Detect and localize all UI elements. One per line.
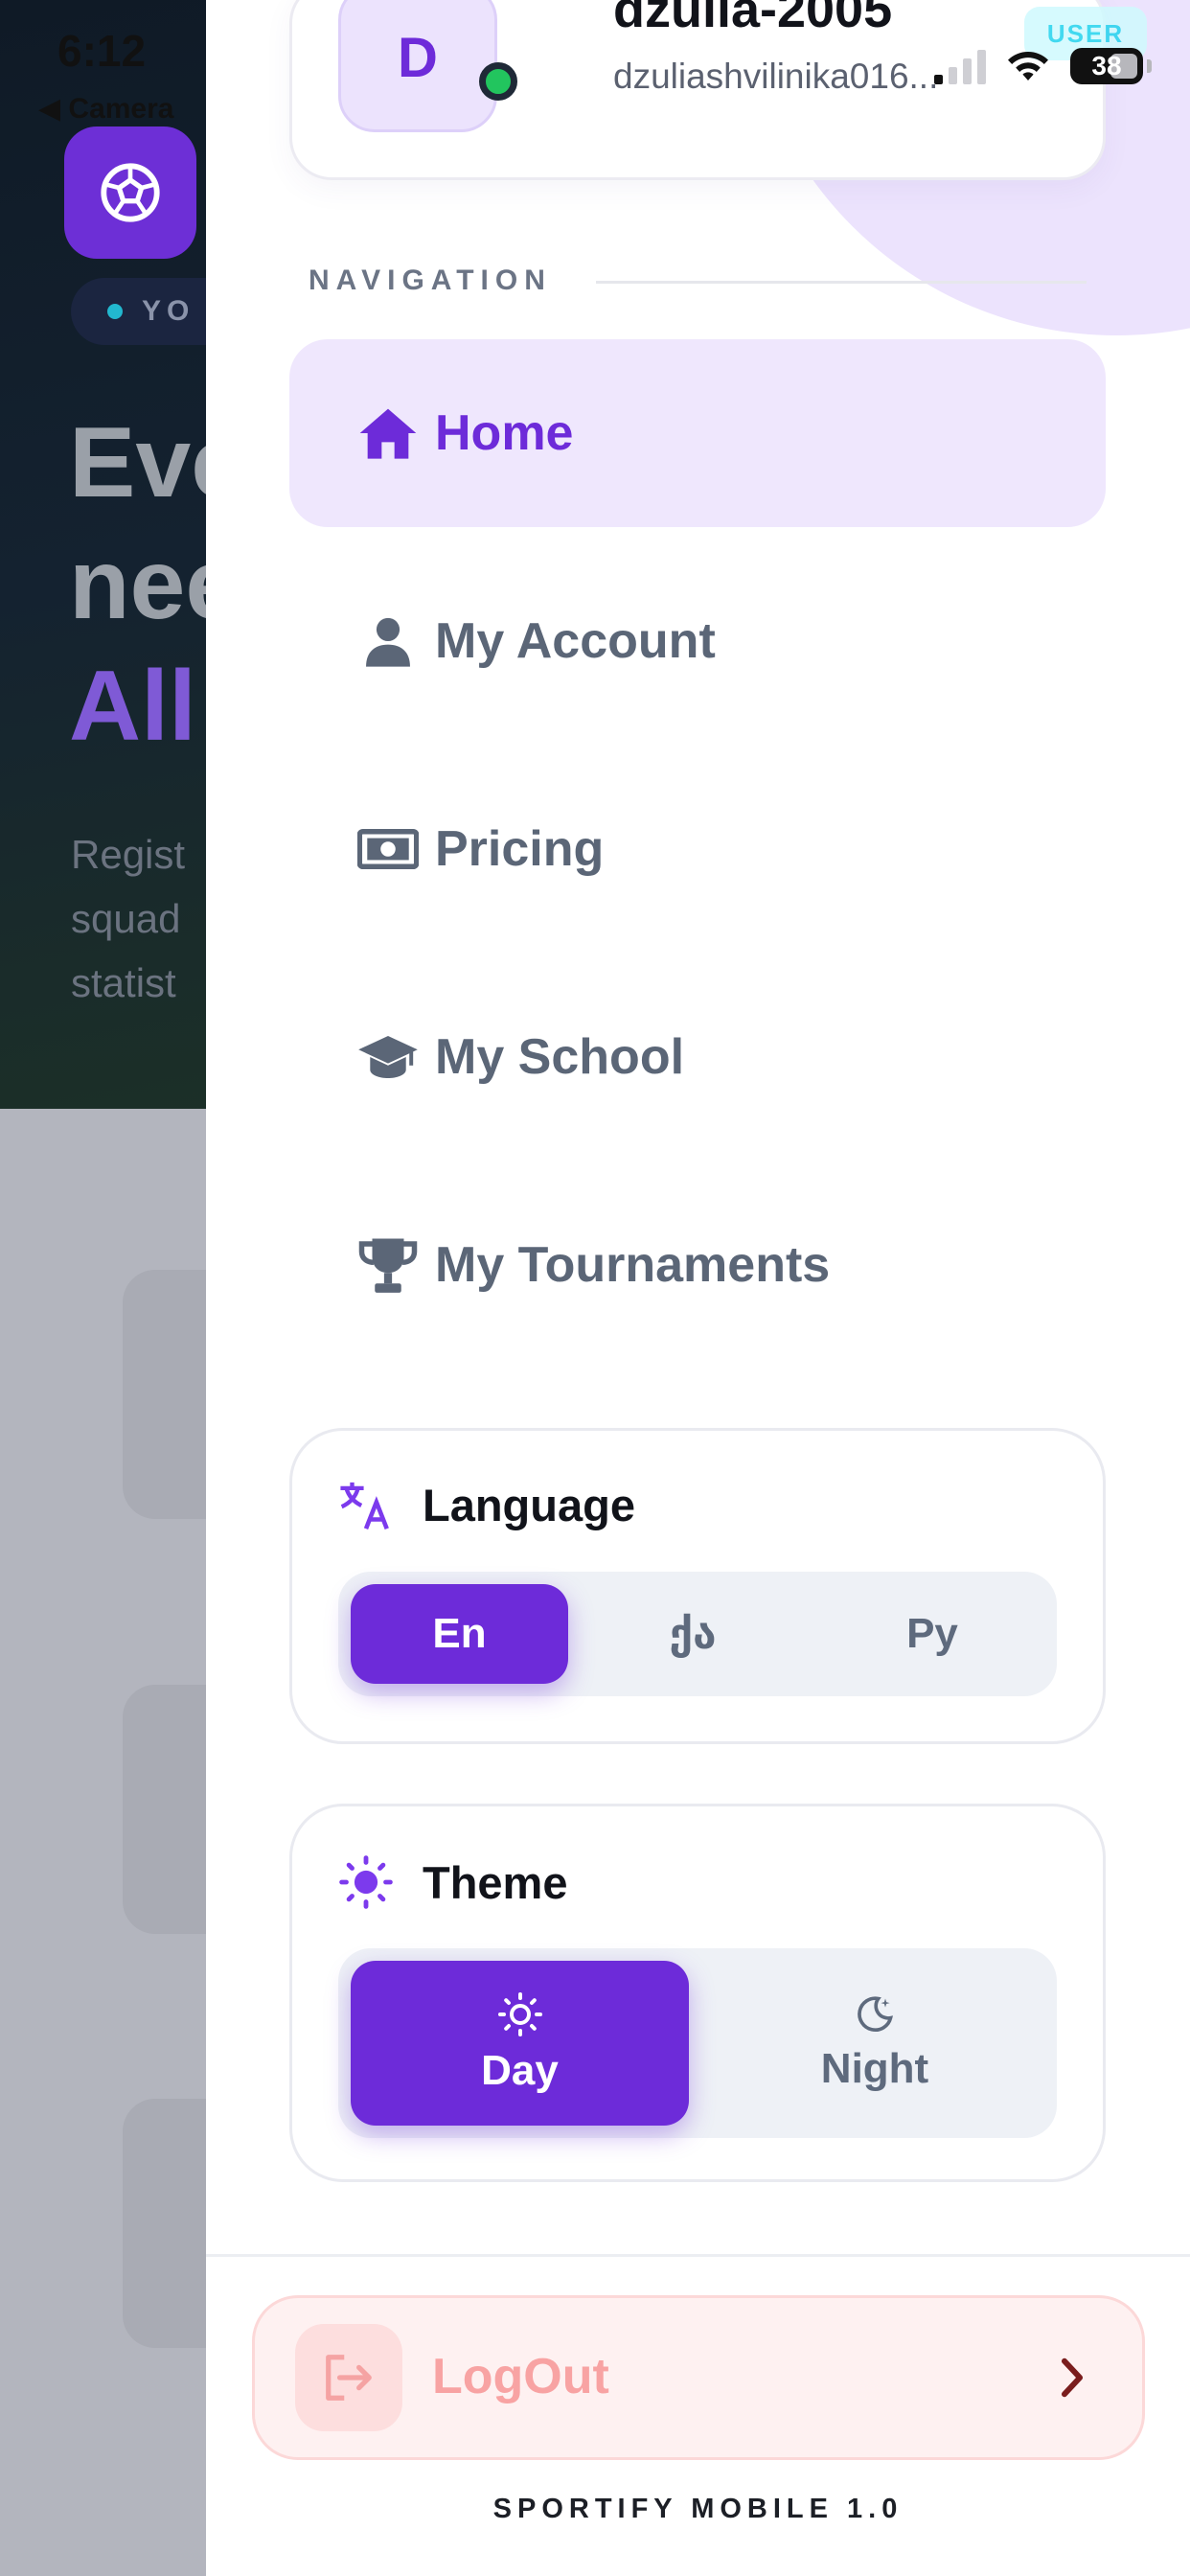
app-version: SPORTIFY MOBILE 1.0 — [492, 2494, 904, 2524]
nav-item-pricing[interactable]: Pricing — [289, 755, 1106, 943]
navigation-divider — [596, 281, 1087, 284]
system-status-icons: 38 — [934, 48, 1152, 84]
moon-icon — [858, 1996, 893, 2032]
theme-option-day[interactable]: Day — [351, 1961, 689, 2126]
logout-button[interactable]: LogOut — [252, 2295, 1145, 2460]
user-icon — [356, 610, 420, 673]
nav-item-label: My Tournaments — [435, 1237, 831, 1293]
logout-icon — [295, 2324, 402, 2431]
home-icon — [356, 402, 420, 465]
navigation-heading: NAVIGATION — [309, 264, 552, 296]
money-icon — [356, 817, 420, 881]
theme-card: Theme Day Night — [289, 1804, 1106, 2182]
theme-option-night[interactable]: Night — [702, 1961, 1047, 2126]
nav-item-label: Home — [435, 405, 574, 461]
app-logo — [64, 126, 196, 259]
online-status-dot — [479, 62, 517, 101]
profile-card[interactable]: D dzulia-2005 dzuliashvilinika016... USE… — [289, 0, 1147, 180]
battery-icon: 38 — [1070, 48, 1143, 84]
wifi-icon — [1008, 52, 1048, 80]
profile-email: dzuliashvilinika016... — [613, 57, 939, 96]
trophy-icon — [356, 1233, 420, 1297]
nav-item-my-account[interactable]: My Account — [289, 547, 1106, 735]
language-card: Language En ქა Ру — [289, 1428, 1106, 1744]
nav-item-label: My Account — [435, 613, 716, 669]
language-option-ru[interactable]: Ру — [817, 1584, 1047, 1684]
nav-item-my-tournaments[interactable]: My Tournaments — [289, 1171, 1106, 1359]
theme-option-label: Night — [820, 2045, 929, 2092]
nav-item-label: My School — [435, 1029, 685, 1085]
language-selector: En ქა Ру — [338, 1572, 1057, 1696]
side-drawer: D dzulia-2005 dzuliashvilinika016... USE… — [206, 0, 1190, 2576]
nav-item-label: Pricing — [435, 821, 605, 877]
language-title: Language — [423, 1480, 635, 1530]
language-option-en[interactable]: En — [351, 1584, 568, 1684]
hero-subtext: Regist squad statist — [71, 832, 186, 1006]
cellular-signal-icon — [934, 48, 986, 84]
sun-icon — [497, 1992, 542, 2036]
footer-divider — [206, 2254, 1190, 2257]
profile-username: dzulia-2005 — [613, 0, 893, 38]
avatar: D — [338, 0, 497, 132]
theme-title: Theme — [423, 1856, 568, 1908]
nav-item-my-school[interactable]: My School — [289, 963, 1106, 1151]
logout-label: LogOut — [432, 2349, 609, 2404]
translate-icon — [340, 1482, 389, 1530]
graduation-cap-icon — [356, 1025, 420, 1089]
back-to-camera-link[interactable]: ◀ Camera — [38, 92, 173, 126]
theme-selector: Day Night — [338, 1948, 1057, 2138]
nav-item-home[interactable]: Home — [289, 339, 1106, 527]
sun-icon — [339, 1855, 393, 1909]
status-time: 6:12 — [57, 26, 147, 76]
chevron-right-icon — [1061, 2358, 1084, 2398]
soccer-ball-icon — [101, 163, 160, 222]
theme-option-label: Day — [481, 2047, 559, 2094]
language-option-ka[interactable]: ქა — [578, 1584, 808, 1684]
